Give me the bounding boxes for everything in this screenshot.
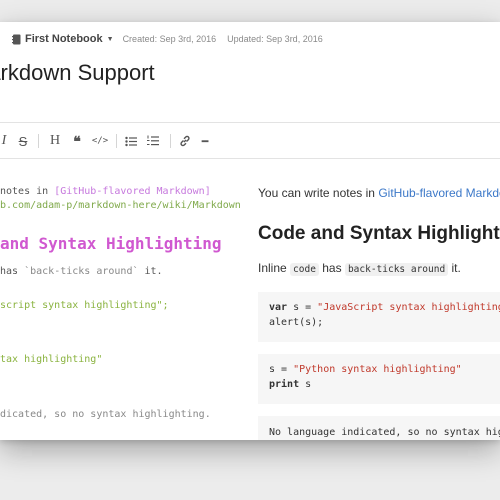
- code-line: var s = "JavaScript syntax highlighting"…: [269, 302, 500, 313]
- note-meta-bar: First Notebook ▼ Created: Sep 3rd, 2016 …: [0, 22, 500, 56]
- markdown-link[interactable]: GitHub-flavored Markdown: [378, 186, 500, 200]
- editor-line: has `back-ticks around` it.: [0, 266, 163, 277]
- quote-icon[interactable]: ❝: [70, 133, 84, 149]
- bullet-list-icon[interactable]: [124, 133, 138, 149]
- code-line: alert(s);: [269, 317, 324, 328]
- note-title[interactable]: Markdown Support: [0, 60, 500, 86]
- code-line: print s: [269, 379, 312, 390]
- heading-icon[interactable]: H: [48, 133, 62, 149]
- updated-date: Updated: Sep 3rd, 2016: [227, 34, 323, 44]
- strikethrough-icon[interactable]: S: [16, 133, 30, 149]
- editor-line: dicated, so no syntax highlighting.: [0, 409, 211, 420]
- preview-inline-paragraph: Inline code has back-ticks around it.: [258, 261, 461, 276]
- note-window: First Notebook ▼ Created: Sep 3rd, 2016 …: [0, 22, 500, 440]
- js-code-block: var s = "JavaScript syntax highlighting"…: [258, 292, 500, 342]
- markdown-preview: You can write notes in GitHub-flavored M…: [240, 160, 500, 440]
- code-line: No language indicated, so no syntax high…: [269, 427, 500, 438]
- link-icon[interactable]: [178, 133, 192, 149]
- code-icon[interactable]: </>: [92, 133, 108, 149]
- editor-heading-line: and Syntax Highlighting: [0, 234, 222, 253]
- editor-line: b.com/adam-p/markdown-here/wiki/Markdown…: [0, 200, 240, 211]
- editor-line: tax highlighting": [0, 354, 103, 365]
- preview-heading: Code and Syntax Highlighting: [258, 223, 500, 244]
- editor-line: script syntax highlighting";: [0, 300, 169, 311]
- numbered-list-icon[interactable]: [146, 133, 160, 149]
- created-date: Created: Sep 3rd, 2016: [122, 34, 217, 44]
- horizontal-rule-icon[interactable]: ━: [198, 133, 212, 149]
- chevron-down-icon[interactable]: ▼: [107, 36, 114, 43]
- python-code-block: s = "Python syntax highlighting" print s: [258, 354, 500, 404]
- code-line: s = "Python syntax highlighting": [269, 364, 462, 375]
- preview-intro: You can write notes in GitHub-flavored M…: [258, 186, 500, 200]
- toolbar-divider: [116, 134, 117, 148]
- markdown-editor[interactable]: notes in [GitHub-flavored Markdown] b.co…: [0, 160, 240, 440]
- notebook-icon: [12, 34, 21, 44]
- toolbar-divider: [38, 134, 39, 148]
- markdown-toolbar: I S H ❝ </> ━: [0, 122, 500, 159]
- italic-icon[interactable]: I: [0, 133, 10, 149]
- toolbar-divider: [170, 134, 171, 148]
- notebook-selector[interactable]: First Notebook: [25, 33, 103, 45]
- editor-line: notes in [GitHub-flavored Markdown]: [0, 186, 211, 197]
- plain-code-block: No language indicated, so no syntax high…: [258, 416, 500, 440]
